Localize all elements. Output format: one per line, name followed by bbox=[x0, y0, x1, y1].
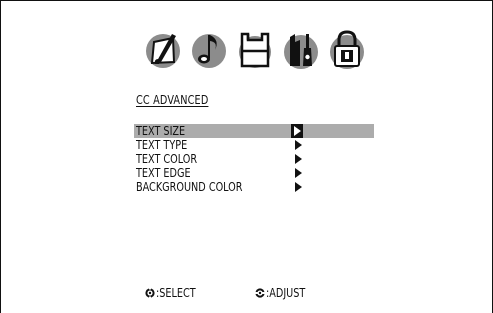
adjust-hint: :ADJUST bbox=[255, 284, 312, 300]
lock-icon[interactable] bbox=[327, 28, 367, 72]
submenu-arrow-icon bbox=[291, 124, 303, 138]
submenu-arrow-icon bbox=[295, 168, 302, 178]
setup-icon[interactable] bbox=[235, 28, 275, 72]
select-hint: :SELECT bbox=[145, 284, 202, 300]
menu-tab-bar bbox=[143, 28, 373, 76]
submenu-arrow-icon bbox=[295, 182, 302, 192]
submenu-arrow-icon bbox=[295, 140, 302, 150]
menu-item-label: TEXT SIZE bbox=[136, 123, 186, 138]
remote-select-icon bbox=[145, 287, 155, 299]
menu-item-text-size[interactable]: TEXT SIZE bbox=[134, 124, 374, 138]
adjust-hint-label: :ADJUST bbox=[266, 284, 306, 300]
select-hint-label: :SELECT bbox=[156, 284, 196, 300]
menu-item-text-color[interactable]: TEXT COLOR bbox=[134, 152, 374, 166]
menu-item-label: TEXT TYPE bbox=[136, 137, 188, 152]
tv-menu-screen: CC ADVANCED TEXT SIZE TEXT TYPE TEXT COL… bbox=[0, 0, 493, 313]
menu-item-text-type[interactable]: TEXT TYPE bbox=[134, 138, 374, 152]
menu-item-label: BACKGROUND COLOR bbox=[136, 179, 243, 194]
submenu-arrow-icon bbox=[295, 154, 302, 164]
menu-item-label: TEXT EDGE bbox=[136, 165, 191, 180]
picture-brush-icon[interactable] bbox=[143, 28, 183, 72]
audio-note-icon[interactable] bbox=[189, 28, 229, 72]
menu-item-background-color[interactable]: BACKGROUND COLOR bbox=[134, 180, 374, 194]
tools-icon[interactable] bbox=[281, 28, 321, 72]
page-title: CC ADVANCED bbox=[136, 92, 209, 107]
menu-item-text-edge[interactable]: TEXT EDGE bbox=[134, 166, 374, 180]
cc-advanced-menu: TEXT SIZE TEXT TYPE TEXT COLOR TEXT EDGE… bbox=[134, 124, 374, 194]
remote-adjust-icon bbox=[255, 287, 265, 299]
menu-item-label: TEXT COLOR bbox=[136, 151, 198, 166]
